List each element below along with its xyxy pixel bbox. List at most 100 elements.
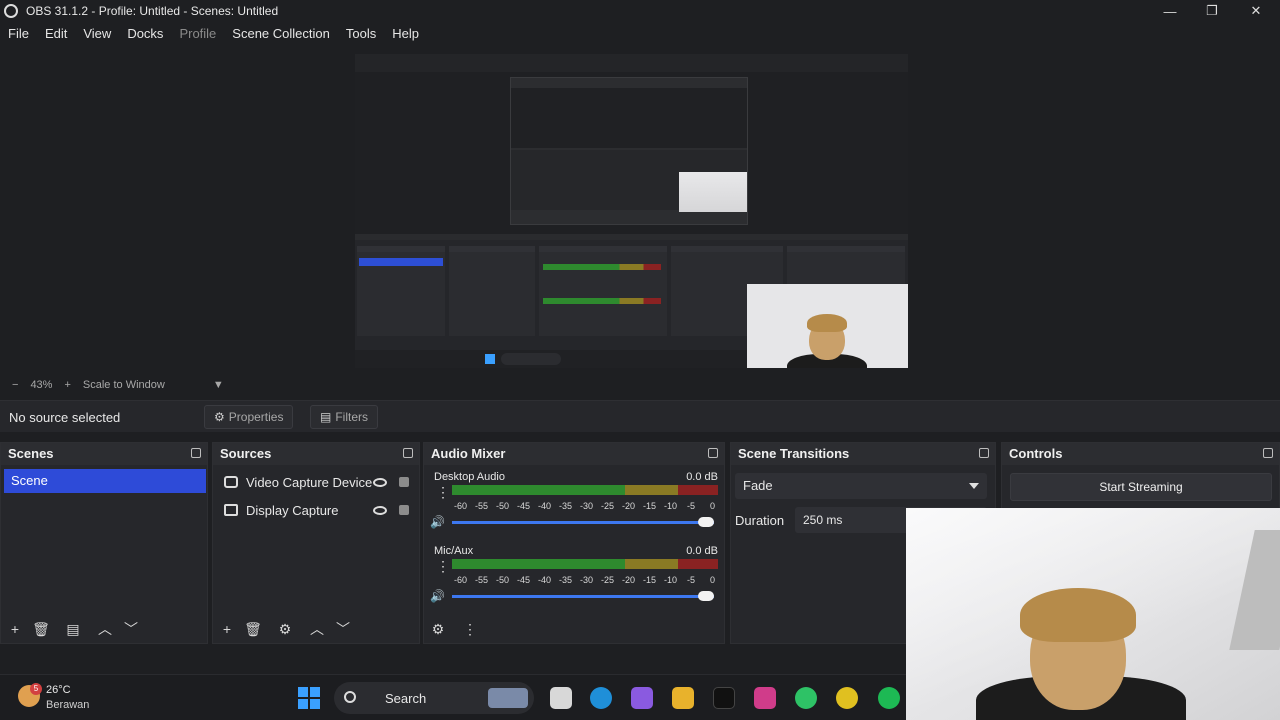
title-bar: OBS 31.1.2 - Profile: Untitled - Scenes:… — [0, 0, 1280, 22]
scenes-toolbar: + 🗑 ▤ ︿ ﹀ — [1, 615, 207, 643]
nested-webcam — [747, 284, 908, 368]
volume-slider-handle[interactable] — [698, 591, 714, 601]
level-meter — [452, 485, 718, 495]
source-item-video-capture[interactable]: Video Capture Device — [213, 468, 423, 496]
menu-edit[interactable]: Edit — [37, 24, 75, 44]
advanced-audio-icon[interactable]: ⚙ — [430, 621, 446, 637]
sources-toolbar: + 🗑 ⚙ ︿ ﹀ — [213, 615, 419, 643]
filters-button[interactable]: ▤ Filters — [310, 405, 379, 429]
whatsapp-icon[interactable] — [795, 687, 817, 709]
copilot-icon[interactable] — [631, 687, 653, 709]
spotify-icon[interactable] — [878, 687, 900, 709]
menu-scene-collection[interactable]: Scene Collection — [224, 24, 338, 44]
no-source-label: No source selected — [9, 410, 121, 425]
zoom-out-icon[interactable]: − — [12, 379, 18, 391]
menu-file[interactable]: File — [0, 24, 37, 44]
menu-view[interactable]: View — [75, 24, 119, 44]
mixer-menu-icon[interactable]: ⋮ — [462, 621, 478, 637]
source-properties-icon[interactable]: ⚙ — [277, 621, 293, 637]
tick-label: -35 — [559, 575, 573, 585]
undock-icon[interactable] — [191, 448, 201, 458]
move-up-icon[interactable]: ︿ — [309, 621, 325, 637]
undock-icon[interactable] — [708, 448, 718, 458]
transitions-dock-header: Scene Transitions — [731, 443, 995, 465]
audio-mixer-dock: Audio Mixer Desktop Audio 0.0 dB ⋮ -60 -… — [423, 442, 725, 644]
preview-area[interactable] — [0, 46, 1280, 378]
nested-search — [501, 353, 561, 365]
nested-inner-window — [510, 77, 748, 225]
undock-icon[interactable] — [403, 448, 413, 458]
scale-mode[interactable]: Scale to Window — [83, 379, 165, 391]
move-down-icon[interactable]: ﹀ — [123, 621, 139, 637]
weather-description[interactable]: Berawan — [46, 699, 89, 711]
undock-icon[interactable] — [979, 448, 989, 458]
transition-value: Fade — [743, 478, 773, 493]
volume-slider[interactable] — [452, 591, 714, 601]
tick-label: -40 — [538, 575, 552, 585]
lock-icon[interactable] — [399, 505, 409, 515]
search-highlight-icon — [488, 688, 528, 708]
monitor-icon — [224, 504, 238, 516]
move-up-icon[interactable]: ︿ — [97, 621, 113, 637]
channel-menu-icon[interactable]: ⋮ — [436, 485, 450, 499]
preview-canvas[interactable] — [355, 54, 908, 368]
scale-dropdown-icon[interactable]: ▼ — [213, 379, 224, 391]
nested-webcam-small — [679, 172, 747, 212]
close-icon[interactable]: ✕ — [1236, 0, 1276, 22]
source-label: Video Capture Device — [246, 474, 373, 490]
properties-button[interactable]: ⚙ Properties — [204, 405, 294, 429]
tick-label: -10 — [664, 501, 678, 511]
instagram-icon[interactable] — [754, 687, 776, 709]
menu-help[interactable]: Help — [384, 24, 427, 44]
file-explorer-icon[interactable] — [550, 687, 572, 709]
chrome-icon[interactable] — [836, 687, 858, 709]
move-down-icon[interactable]: ﹀ — [335, 621, 351, 637]
remove-scene-icon[interactable]: 🗑 — [32, 621, 50, 637]
transition-select[interactable]: Fade — [735, 473, 987, 499]
scene-filters-icon[interactable]: ▤ — [65, 621, 81, 637]
edge-icon[interactable] — [590, 687, 612, 709]
remove-source-icon[interactable]: 🗑 — [244, 621, 262, 637]
menu-tools[interactable]: Tools — [338, 24, 384, 44]
tiktok-icon[interactable] — [713, 687, 735, 709]
undock-icon[interactable] — [1263, 448, 1273, 458]
transitions-title: Scene Transitions — [738, 446, 850, 461]
weather-temperature[interactable]: 26°C — [46, 684, 71, 696]
add-scene-icon[interactable]: + — [7, 621, 23, 637]
speaker-icon[interactable]: 🔊 — [430, 589, 445, 603]
lock-icon[interactable] — [399, 477, 409, 487]
source-item-display-capture[interactable]: Display Capture — [213, 496, 423, 524]
zoom-in-icon[interactable]: + — [64, 379, 70, 391]
source-label: Display Capture — [246, 502, 339, 518]
filters-label: Filters — [335, 410, 369, 424]
windows-start-icon[interactable] — [298, 687, 320, 709]
search-label: Search — [385, 691, 427, 706]
tick-label: -60 — [454, 501, 468, 511]
menu-docks[interactable]: Docks — [119, 24, 171, 44]
minimize-icon[interactable]: — — [1150, 0, 1190, 22]
visibility-eye-icon[interactable] — [373, 477, 387, 487]
start-streaming-button[interactable]: Start Streaming — [1010, 473, 1272, 501]
taskbar-search[interactable]: Search — [334, 682, 534, 714]
tick-label: -5 — [687, 575, 696, 585]
speaker-icon[interactable]: 🔊 — [430, 515, 445, 529]
add-source-icon[interactable]: + — [219, 621, 235, 637]
scene-list-item[interactable]: Scene — [4, 469, 206, 493]
volume-slider-handle[interactable] — [698, 517, 714, 527]
scenes-dock-header: Scenes — [1, 443, 207, 465]
tick-label: 0 — [710, 501, 716, 511]
preview-status-bar: − 43% + Scale to Window ▼ — [0, 378, 1280, 392]
source-toolbar: No source selected ⚙ Properties ▤ Filter… — [0, 400, 1280, 432]
level-meter — [452, 559, 718, 569]
tick-label: -25 — [601, 575, 615, 585]
menu-profile[interactable]: Profile — [171, 24, 224, 44]
tick-label: -60 — [454, 575, 468, 585]
visibility-eye-icon[interactable] — [373, 505, 387, 515]
folder-icon[interactable] — [672, 687, 694, 709]
channel-menu-icon[interactable]: ⋮ — [436, 559, 450, 573]
scenes-dock: Scenes Scene + 🗑 ▤ ︿ ﹀ — [0, 442, 208, 644]
volume-slider[interactable] — [452, 517, 714, 527]
mixer-channel-desktop-audio: Desktop Audio 0.0 dB ⋮ -60 -55 -50 -45 -… — [430, 471, 722, 541]
restore-icon[interactable]: ❐ — [1192, 0, 1232, 22]
tick-label: -50 — [496, 575, 510, 585]
